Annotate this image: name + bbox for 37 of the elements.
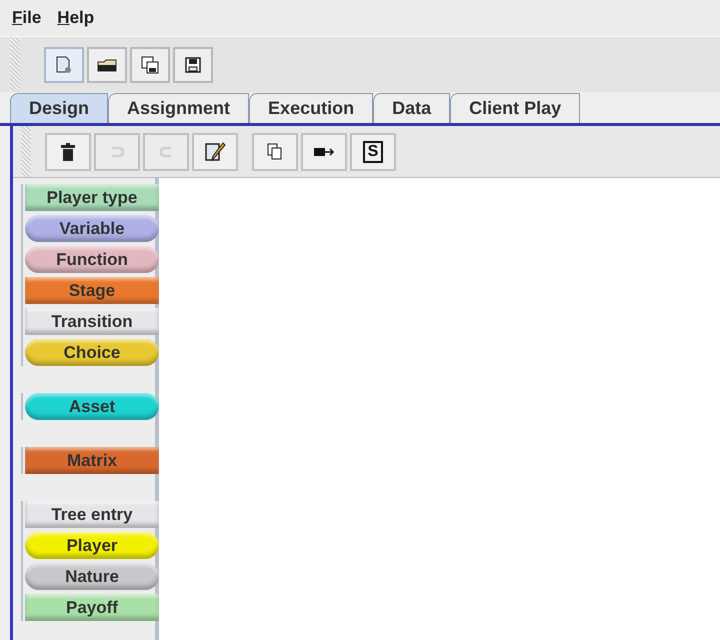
- toolbar-grip[interactable]: [10, 37, 20, 92]
- open-button[interactable]: [87, 46, 127, 82]
- new-document-icon: [54, 54, 74, 74]
- palette-item[interactable]: Asset: [25, 393, 159, 420]
- folder-icon: [96, 56, 118, 72]
- palette-item[interactable]: Function: [25, 246, 159, 273]
- arrow-button[interactable]: [301, 132, 347, 170]
- new-button[interactable]: [44, 46, 84, 82]
- s-button[interactable]: S: [350, 132, 396, 170]
- tab[interactable]: Design: [10, 93, 108, 123]
- copy-button[interactable]: [252, 132, 298, 170]
- palette-item[interactable]: Stage: [25, 277, 159, 304]
- tab[interactable]: Execution: [249, 93, 374, 123]
- edit-button[interactable]: [192, 132, 238, 170]
- tab[interactable]: Assignment: [108, 93, 250, 123]
- palette-item[interactable]: Transition: [25, 308, 159, 335]
- tab[interactable]: Client Play: [450, 93, 580, 123]
- palette-item[interactable]: Tree entry: [25, 501, 159, 528]
- save-as-button[interactable]: [130, 46, 170, 82]
- palette-item[interactable]: Matrix: [25, 447, 159, 474]
- trash-icon: [60, 142, 76, 162]
- box-arrow-icon: [313, 146, 335, 158]
- palette-item[interactable]: Choice: [25, 339, 159, 366]
- palette-item[interactable]: Payoff: [25, 594, 159, 621]
- palette-item[interactable]: Player type: [25, 184, 159, 211]
- floppy-disks-icon: [140, 54, 160, 74]
- copy-icon: [267, 142, 283, 160]
- save-button[interactable]: [173, 46, 213, 82]
- delete-button[interactable]: [45, 132, 91, 170]
- menu-item[interactable]: Help: [57, 5, 94, 31]
- tab[interactable]: Data: [373, 93, 450, 123]
- menu-item[interactable]: File: [12, 5, 42, 31]
- pencil-document-icon: [204, 140, 226, 162]
- palette-item[interactable]: Nature: [25, 563, 159, 590]
- palette-item[interactable]: Player: [25, 532, 159, 559]
- palette-item[interactable]: Variable: [25, 215, 159, 242]
- toolbar-grip[interactable]: [21, 126, 31, 177]
